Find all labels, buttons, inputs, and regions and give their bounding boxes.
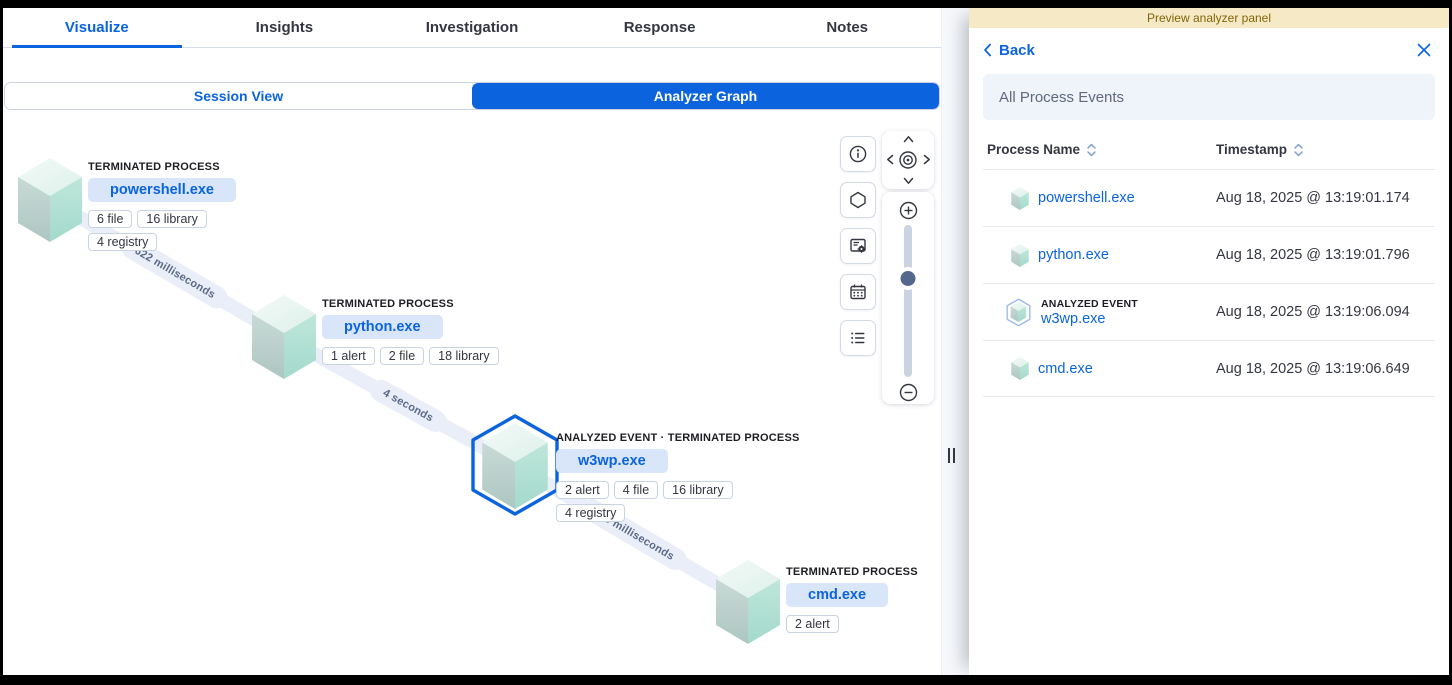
timestamp-value: Aug 18, 2025 @ 13:19:01.174 xyxy=(1216,190,1410,206)
preview-banner: Preview analyzer panel xyxy=(969,8,1449,28)
process-cube-icon[interactable] xyxy=(18,158,82,242)
sort-icon xyxy=(1293,143,1304,157)
detail-tabs: Visualize Insights Investigation Respons… xyxy=(3,8,941,48)
timestamp-value: Aug 18, 2025 @ 13:19:06.094 xyxy=(1216,304,1410,320)
node-badge: 4 registry xyxy=(556,504,625,522)
node-badge: 6 file xyxy=(88,210,132,228)
date-picker-button[interactable] xyxy=(840,274,876,310)
analyzer-graph-button[interactable]: Analyzer Graph xyxy=(472,83,939,109)
process-cube-icon xyxy=(1011,357,1029,380)
pan-up-button[interactable] xyxy=(903,135,914,143)
node-state-label: ANALYZED EVENT · TERMINATED PROCESS xyxy=(556,432,816,444)
process-name-link[interactable]: python.exe xyxy=(1038,247,1109,263)
node-state-label: TERMINATED PROCESS xyxy=(322,298,542,310)
chevron-left-icon xyxy=(983,43,992,57)
timestamp-value: Aug 18, 2025 @ 13:19:01.796 xyxy=(1216,247,1410,263)
zoom-control xyxy=(882,192,934,404)
timestamp-value: Aug 18, 2025 @ 13:19:06.649 xyxy=(1216,361,1410,377)
process-cube-icon xyxy=(1011,187,1029,210)
pan-left-button[interactable] xyxy=(886,154,894,165)
events-list-button[interactable] xyxy=(840,320,876,356)
node-name-button[interactable]: powershell.exe xyxy=(88,178,236,202)
node-name-button[interactable]: cmd.exe xyxy=(786,583,888,607)
sort-icon xyxy=(1086,143,1097,157)
process-node-cmd[interactable]: TERMINATED PROCESS cmd.exe 2 alert xyxy=(716,560,780,649)
zoom-slider-thumb[interactable] xyxy=(901,271,916,286)
panel-title: All Process Events xyxy=(983,74,1435,120)
document-gear-icon xyxy=(848,236,868,256)
node-badge: 16 library xyxy=(663,481,732,499)
panel-resizer[interactable] xyxy=(941,8,969,675)
tab-notes[interactable]: Notes xyxy=(753,8,941,47)
process-node-python[interactable]: TERMINATED PROCESS python.exe 1 alert 2 … xyxy=(252,295,316,384)
app-frame: 622 milliseconds 4 seconds 555 milliseco… xyxy=(3,8,1449,675)
node-legend-button[interactable] xyxy=(840,136,876,172)
table-row: cmd.exe Aug 18, 2025 @ 13:19:06.649 xyxy=(983,340,1435,397)
zoom-out-button[interactable] xyxy=(897,381,919,403)
hexagon-icon xyxy=(848,190,868,210)
table-row: python.exe Aug 18, 2025 @ 13:19:01.796 xyxy=(983,226,1435,283)
process-cube-icon[interactable] xyxy=(482,423,548,509)
node-state-label: TERMINATED PROCESS xyxy=(88,161,273,173)
zoom-in-button[interactable] xyxy=(897,199,919,221)
list-icon xyxy=(848,328,868,348)
process-name-link[interactable]: w3wp.exe xyxy=(1041,311,1138,327)
info-icon xyxy=(848,144,868,164)
analyzed-event-hexagon-cube-icon xyxy=(1005,298,1032,327)
node-badge: 4 file xyxy=(614,481,658,499)
session-view-button[interactable]: Session View xyxy=(5,83,472,109)
visualize-pane: 622 milliseconds 4 seconds 555 milliseco… xyxy=(3,8,941,675)
node-badge: 18 library xyxy=(429,347,498,365)
node-name-button[interactable]: python.exe xyxy=(322,315,443,339)
column-header-timestamp[interactable]: Timestamp xyxy=(1216,142,1304,157)
process-node-powershell[interactable]: TERMINATED PROCESS powershell.exe 6 file… xyxy=(18,158,82,247)
schema-info-button[interactable] xyxy=(840,182,876,218)
tab-investigation[interactable]: Investigation xyxy=(378,8,566,47)
close-panel-button[interactable] xyxy=(1415,41,1433,59)
column-header-process-name[interactable]: Process Name xyxy=(983,142,1216,157)
node-state-label: TERMINATED PROCESS xyxy=(786,566,941,578)
process-node-w3wp-selected[interactable]: ANALYZED EVENT · TERMINATED PROCESS w3wp… xyxy=(465,412,565,523)
zoom-slider[interactable] xyxy=(904,225,912,377)
table-row: powershell.exe Aug 18, 2025 @ 13:19:01.1… xyxy=(983,169,1435,226)
process-name-link[interactable]: powershell.exe xyxy=(1038,190,1135,206)
node-name-button[interactable]: w3wp.exe xyxy=(556,449,668,473)
analyzed-event-label: ANALYZED EVENT xyxy=(1041,298,1138,310)
view-toggle-group: Session View Analyzer Graph xyxy=(4,82,940,110)
close-icon xyxy=(1417,43,1431,57)
process-cube-icon xyxy=(1011,244,1029,267)
process-cube-icon[interactable] xyxy=(252,295,316,379)
process-cube-icon[interactable] xyxy=(716,560,780,644)
node-badge: 16 library xyxy=(137,210,206,228)
pan-control xyxy=(882,131,934,189)
edge-duration-label: 4 seconds xyxy=(366,376,450,436)
tab-insights[interactable]: Insights xyxy=(191,8,379,47)
calendar-icon xyxy=(848,282,868,302)
pan-down-button[interactable] xyxy=(903,177,914,185)
process-events-table: Process Name Timestamp xyxy=(983,132,1435,397)
node-badge: 2 file xyxy=(380,347,424,365)
process-name-link[interactable]: cmd.exe xyxy=(1038,361,1093,377)
source-config-button[interactable] xyxy=(840,228,876,264)
back-button[interactable]: Back xyxy=(983,42,1035,59)
resizer-grab-handle[interactable] xyxy=(948,448,955,463)
preview-analyzer-panel: Preview analyzer panel Back All Process … xyxy=(969,8,1449,675)
node-badge: 4 registry xyxy=(88,233,157,251)
table-row-analyzed-event: ANALYZED EVENT w3wp.exe Aug 18, 2025 @ 1… xyxy=(983,283,1435,340)
node-badge: 2 alert xyxy=(556,481,609,499)
tab-response[interactable]: Response xyxy=(566,8,754,47)
node-badge: 2 alert xyxy=(786,615,839,633)
center-camera-button[interactable] xyxy=(897,149,919,171)
pan-right-button[interactable] xyxy=(923,154,931,165)
tab-visualize[interactable]: Visualize xyxy=(3,8,191,47)
node-badge: 1 alert xyxy=(322,347,375,365)
